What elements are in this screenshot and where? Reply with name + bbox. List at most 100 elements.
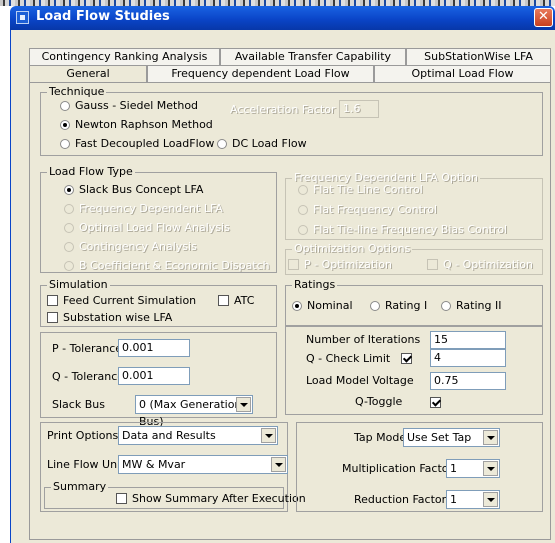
lft-slack-bus-label: Slack Bus Concept LFA	[79, 183, 204, 196]
feed-current-label: Feed Current Simulation	[63, 294, 197, 307]
q-check-limit-input[interactable]: 4	[430, 349, 506, 367]
feed-current-simulation-checkbox[interactable]: Feed Current Simulation	[47, 294, 196, 308]
title-bar[interactable]: Load Flow Studies ✕	[10, 6, 555, 30]
nominal-label: Nominal	[307, 299, 353, 312]
checkbox-icon	[288, 259, 299, 270]
p-optimization-label: P - Optimization	[304, 258, 392, 271]
close-button[interactable]: ✕	[534, 8, 553, 27]
tab-optimal-load-flow[interactable]: Optimal Load Flow	[374, 65, 551, 82]
gauss-siedel-label: Gauss - Siedel Method	[75, 99, 199, 112]
reduction-factor-label: Reduction Factor	[354, 493, 447, 506]
slack-bus-select[interactable]: 0 (Max Generation Bus)	[135, 395, 253, 428]
q-optimization-checkbox[interactable]: Q - Optimization	[427, 258, 533, 272]
radio-icon	[64, 204, 74, 214]
tap-mode-value: Use Set Tap	[407, 431, 472, 444]
radio-icon	[64, 261, 74, 271]
radio-icon	[64, 223, 74, 233]
flat-frequency-option[interactable]: Flat Frequency Control	[298, 203, 437, 217]
rating-1-option[interactable]: Rating I	[370, 299, 427, 313]
q-optimization-label: Q - Optimization	[443, 258, 533, 271]
show-summary-checkbox[interactable]: Show Summary After Execution	[116, 492, 306, 506]
reduction-factor-value: 1	[450, 493, 457, 506]
line-flow-unit-label: Line Flow Unit	[47, 458, 125, 471]
flat-tie-line-bias-option[interactable]: Flat Tie-line Frequency Bias Control	[298, 223, 507, 237]
checkbox-icon	[116, 493, 127, 504]
multiplication-factor-value: 1	[450, 462, 457, 475]
dropdown-arrow-icon[interactable]	[483, 461, 498, 476]
iterations-label: Number of Iterations	[306, 333, 421, 346]
flat-tie-line-bias-label: Flat Tie-line Frequency Bias Control	[313, 223, 508, 236]
checkbox-icon	[218, 295, 229, 306]
radio-icon	[298, 185, 308, 195]
optimization-options-title: Optimization Options	[292, 242, 413, 256]
dropdown-arrow-icon[interactable]	[271, 457, 286, 472]
p-tolerance-label: P - Tolerance	[52, 342, 123, 355]
radio-icon	[64, 242, 74, 252]
tab-frequency-dependent[interactable]: Frequency dependent Load Flow	[147, 65, 374, 82]
radio-icon	[441, 301, 451, 311]
q-toggle-label: Q-Toggle	[355, 395, 403, 408]
q-toggle-checkbox[interactable]	[430, 397, 441, 408]
tap-mode-select[interactable]: Use Set Tap	[403, 428, 500, 447]
lft-b-coefficient-label: B Coefficient & Economic Dispatch	[79, 259, 270, 272]
line-flow-unit-select[interactable]: MW & Mvar	[118, 455, 288, 474]
simulation-title: Simulation	[47, 278, 110, 292]
tab-contingency-ranking[interactable]: Contingency Ranking Analysis	[29, 48, 220, 65]
substation-wise-lfa-checkbox[interactable]: Substation wise LFA	[47, 311, 172, 325]
flat-tie-line-option[interactable]: Flat Tie Line Control	[298, 183, 423, 197]
tab-available-transfer-capability[interactable]: Available Transfer Capability	[220, 48, 406, 65]
substation-wise-label: Substation wise LFA	[63, 311, 173, 324]
rating-2-option[interactable]: Rating II	[441, 299, 501, 313]
multiplication-factor-select[interactable]: 1	[446, 459, 500, 478]
radio-icon	[60, 101, 70, 111]
lft-b-coefficient-option[interactable]: B Coefficient & Economic Dispatch	[64, 259, 270, 273]
lft-slack-bus-option[interactable]: Slack Bus Concept LFA	[64, 183, 203, 197]
checkbox-icon	[427, 259, 438, 270]
lft-frequency-dependent-option[interactable]: Frequency Dependent LFA	[64, 202, 223, 216]
q-check-limit-checkbox[interactable]	[401, 353, 412, 364]
acceleration-factor-input[interactable]: 1.6	[339, 100, 379, 118]
app-icon	[16, 11, 29, 24]
gauss-siedel-option[interactable]: Gauss - Siedel Method	[60, 99, 198, 113]
fast-decoupled-option[interactable]: Fast Decoupled LoadFlow	[60, 137, 214, 151]
radio-selected-icon	[292, 301, 302, 311]
window-title: Load Flow Studies	[36, 9, 170, 24]
radio-icon	[298, 205, 308, 215]
dropdown-arrow-icon[interactable]	[236, 397, 251, 412]
load-model-voltage-input[interactable]: 0.75	[430, 372, 506, 390]
q-tolerance-input[interactable]: 0.001	[118, 367, 190, 385]
atc-label: ATC	[234, 294, 255, 307]
iterations-input[interactable]: 15	[430, 331, 506, 349]
atc-checkbox[interactable]: ATC	[218, 294, 254, 308]
lft-contingency-option[interactable]: Contingency Analysis	[64, 240, 197, 254]
flat-frequency-label: Flat Frequency Control	[313, 203, 438, 216]
tab-general[interactable]: General	[29, 65, 147, 83]
p-tolerance-input[interactable]: 0.001	[118, 339, 190, 357]
print-options-value: Data and Results	[122, 429, 216, 442]
dropdown-arrow-icon[interactable]	[483, 430, 498, 445]
p-optimization-checkbox[interactable]: P - Optimization	[288, 258, 392, 272]
radio-icon	[217, 139, 227, 149]
rating-1-label: Rating I	[385, 299, 428, 312]
checkbox-icon	[47, 312, 58, 323]
dc-load-flow-option[interactable]: DC Load Flow	[217, 137, 307, 151]
fast-decoupled-label: Fast Decoupled LoadFlow	[75, 137, 215, 150]
reduction-factor-select[interactable]: 1	[446, 490, 500, 509]
lft-optimal-label: Optimal Load Flow Analysis	[79, 221, 230, 234]
acceleration-factor-label: Acceleration Factor	[230, 103, 336, 116]
checkbox-icon	[47, 295, 58, 306]
lft-frequency-dependent-label: Frequency Dependent LFA	[79, 202, 223, 215]
dc-load-flow-label: DC Load Flow	[232, 137, 307, 150]
lft-optimal-option[interactable]: Optimal Load Flow Analysis	[64, 221, 230, 235]
nominal-option[interactable]: Nominal	[292, 299, 353, 313]
lft-contingency-label: Contingency Analysis	[79, 240, 197, 253]
dropdown-arrow-icon[interactable]	[483, 492, 498, 507]
tab-substationwise-lfa[interactable]: SubStationWise LFA	[406, 48, 551, 65]
newton-raphson-option[interactable]: Newton Raphson Method	[60, 118, 213, 132]
dropdown-arrow-icon[interactable]	[261, 428, 276, 443]
technique-title: Technique	[47, 85, 107, 99]
print-options-select[interactable]: Data and Results	[118, 426, 278, 445]
radio-selected-icon	[64, 185, 74, 195]
rating-2-label: Rating II	[456, 299, 502, 312]
radio-icon	[298, 225, 308, 235]
